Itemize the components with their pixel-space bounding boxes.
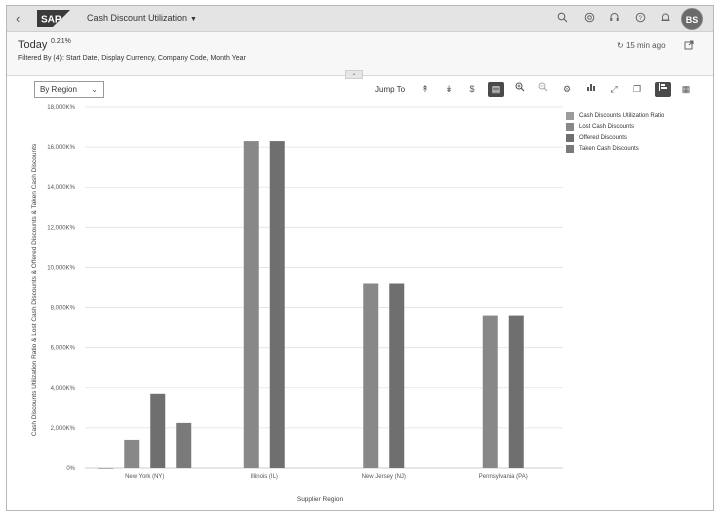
- legend-item[interactable]: Cash Discounts Utilization Ratio: [566, 110, 664, 121]
- legend-swatch: [566, 144, 574, 153]
- chart-legend: Cash Discounts Utilization Ratio Lost Ca…: [566, 110, 664, 154]
- bar[interactable]: [363, 283, 379, 468]
- app-window: ‹ SAP Cash Discount Utilization ▼ ? BS To…: [6, 5, 714, 511]
- legend-label: Offered Discounts: [579, 134, 627, 141]
- legend-swatch: [566, 122, 574, 131]
- bar-chart: 0% 2,000K% 4,000K% 6,000K% 8,000K% 10,000K% 12…: [31, 105, 563, 503]
- legend-swatch: [566, 133, 574, 142]
- y-tick-label: 14,000K%: [47, 185, 75, 191]
- y-axis-label: Cash Discounts Utilization Ratio & Lost …: [31, 143, 38, 436]
- bar[interactable]: [482, 315, 498, 468]
- legend-label: Lost Cash Discounts: [579, 123, 635, 130]
- y-tick-label: 4,000K%: [51, 386, 76, 392]
- y-tick-label: 18,000K%: [47, 105, 75, 111]
- x-axis-ticks: New York (NY) Illinois (IL) New Jersey (NJ…: [125, 474, 528, 480]
- legend-item[interactable]: Lost Cash Discounts: [566, 121, 664, 132]
- y-tick-label: 2,000K%: [51, 426, 76, 432]
- y-tick-label: 16,000K%: [47, 145, 75, 151]
- legend-swatch: [566, 111, 574, 120]
- x-tick-label: Illinois (IL): [251, 474, 278, 480]
- bar[interactable]: [243, 141, 259, 468]
- legend-item[interactable]: Taken Cash Discounts: [566, 143, 664, 154]
- x-axis-label: Supplier Region: [297, 496, 344, 503]
- bar[interactable]: [124, 439, 140, 468]
- bar[interactable]: [389, 283, 405, 468]
- bar[interactable]: [98, 467, 114, 469]
- y-tick-label: 0%: [66, 466, 75, 472]
- y-axis-ticks: 0% 2,000K% 4,000K% 6,000K% 8,000K% 10,000K% 12…: [47, 105, 75, 472]
- x-tick-label: New York (NY): [125, 474, 164, 480]
- bar[interactable]: [508, 315, 524, 468]
- bar[interactable]: [150, 393, 166, 468]
- bar[interactable]: [176, 422, 192, 468]
- y-tick-label: 10,000K%: [47, 265, 75, 271]
- y-tick-label: 8,000K%: [51, 306, 76, 312]
- y-tick-label: 12,000K%: [47, 225, 75, 231]
- bar[interactable]: [269, 141, 285, 468]
- x-tick-label: New Jersey (NJ): [362, 474, 406, 480]
- legend-label: Taken Cash Discounts: [579, 145, 639, 152]
- legend-label: Cash Discounts Utilization Ratio: [579, 112, 665, 119]
- bars: [98, 141, 524, 469]
- legend-item[interactable]: Offered Discounts: [566, 132, 664, 143]
- x-tick-label: Pennsylvania (PA): [479, 474, 528, 480]
- y-tick-label: 6,000K%: [51, 346, 76, 352]
